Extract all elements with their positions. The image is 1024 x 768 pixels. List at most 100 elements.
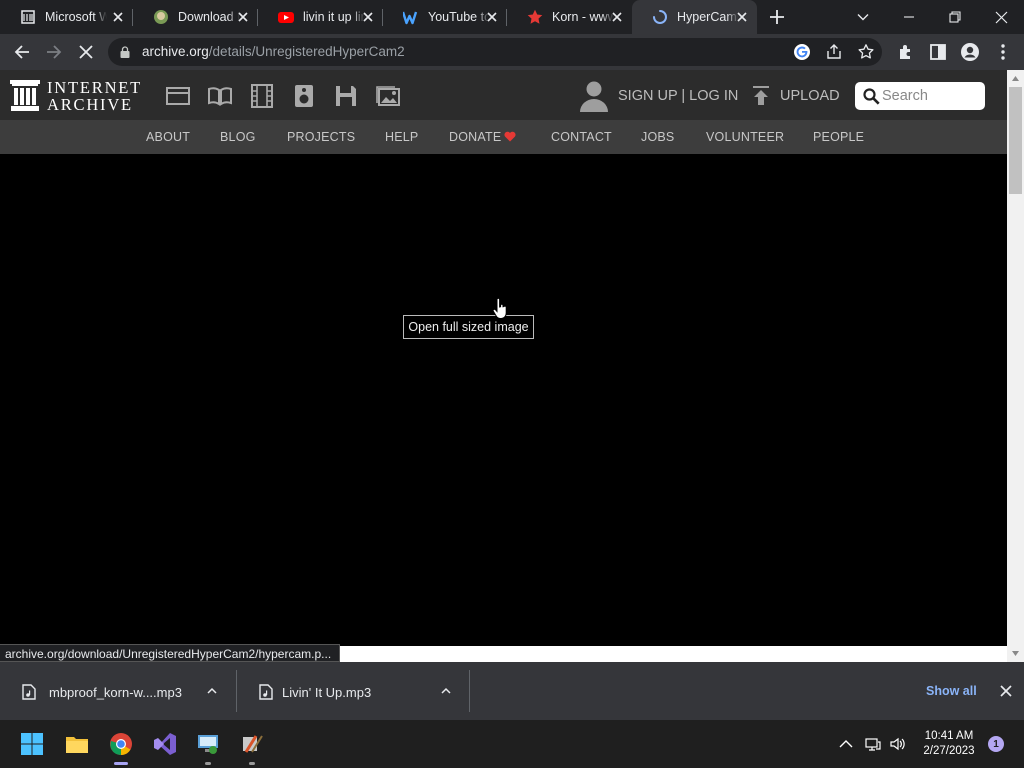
back-arrow-icon[interactable] [12,42,32,62]
bookmark-star-icon[interactable] [857,43,875,61]
tab-youtube-livin-it-up[interactable]: livin it up limp bizkit [258,0,383,34]
web-archive-icon[interactable] [165,83,191,109]
texts-book-icon[interactable] [207,83,233,109]
nav-people[interactable]: PEOPLE [813,130,864,144]
close-icon [995,11,1007,23]
clock-date: 2/27/2023 [923,745,975,757]
close-icon[interactable] [999,684,1013,698]
w-icon [403,11,418,25]
tab-hypercam-active[interactable]: HyperCam [632,0,757,34]
tab-title: Korn - www [552,10,614,24]
nav-jobs[interactable]: JOBS [641,130,674,144]
audio-speaker-icon[interactable] [291,83,317,109]
lock-icon[interactable] [120,46,130,58]
stop-loading-icon[interactable] [76,42,96,62]
url-text[interactable]: archive.org/details/UnregisteredHyperCam… [142,44,405,59]
nav-projects[interactable]: PROJECTS [287,130,355,144]
google-lens-icon[interactable] [793,43,811,61]
scroll-up-arrow-icon[interactable] [1011,75,1020,82]
download-filename: mbproof_korn-w....mp3 [49,685,182,700]
downloads-bar: mbproof_korn-w....mp3 Livin' It Up.mp3 S… [0,662,1024,720]
tab-download-mp3[interactable]: Download Mp3 [133,0,258,34]
nav-help[interactable]: HELP [385,130,418,144]
url-path: /details/UnregisteredHyperCam2 [208,44,405,59]
volume-speaker-icon[interactable] [890,736,906,752]
upload-arrow-icon[interactable] [752,86,770,106]
image-viewer[interactable] [0,154,1007,646]
donate-heart-icon[interactable] [504,131,516,142]
user-person-icon[interactable] [579,80,609,112]
minimize-button[interactable] [886,0,932,34]
search-icon[interactable] [863,88,880,105]
restore-icon [949,11,961,23]
kebab-menu-icon[interactable] [993,42,1013,62]
nav-contact[interactable]: CONTACT [551,130,612,144]
restore-button[interactable] [932,0,978,34]
nav-donate[interactable]: DONATE [449,130,501,144]
chevron-up-icon[interactable] [440,685,452,697]
nav-about[interactable]: ABOUT [146,130,190,144]
tab-title: Download Mp3 [178,10,240,24]
site-logo-text[interactable]: INTERNET ARCHIVE [47,79,142,113]
network-icon[interactable] [865,736,881,752]
link-status-bubble: archive.org/download/UnregisteredHyperCa… [0,644,341,662]
close-tab-icon[interactable] [236,10,250,24]
profile-avatar-icon[interactable] [960,42,980,62]
tray-overflow-chevron-icon[interactable] [838,736,854,752]
page-bottom-strip [339,646,1007,662]
nav-volunteer[interactable]: VOLUNTEER [706,130,784,144]
chrome-running-indicator [114,762,128,765]
tab-korn[interactable]: Korn - www [507,0,632,34]
download-site-icon [154,10,168,24]
close-tab-icon[interactable] [610,10,624,24]
scroll-down-arrow-icon[interactable] [1011,650,1020,657]
close-tab-icon[interactable] [361,10,375,24]
close-tab-icon[interactable] [485,10,499,24]
images-picture-icon[interactable] [375,83,401,109]
chrome-browser-icon[interactable] [109,732,133,756]
close-tab-icon[interactable] [735,10,749,24]
new-tab-plus-icon[interactable] [767,7,787,27]
side-panel-icon[interactable] [928,42,948,62]
upload-link[interactable]: UPLOAD [780,88,840,104]
tab-title: Microsoft Word [45,10,107,24]
chevron-down-icon [857,14,869,21]
download-item[interactable]: Livin' It Up.mp3 [237,662,470,720]
download-filename: Livin' It Up.mp3 [282,685,372,700]
notification-badge[interactable]: 1 [988,736,1004,752]
video-film-icon[interactable] [249,83,275,109]
logo-line-internet: INTERNET [47,78,143,97]
scrollbar-thumb[interactable] [1009,87,1022,194]
taskbar-clock[interactable]: 10:41 AM 2/27/2023 [916,729,982,759]
share-icon[interactable] [825,43,843,61]
forward-arrow-icon[interactable] [44,42,64,62]
close-tab-icon[interactable] [111,10,125,24]
extensions-puzzle-icon[interactable] [896,42,916,62]
tab-microsoft-word[interactable]: Microsoft Word [0,0,133,34]
internet-archive-logo-icon[interactable] [10,80,40,111]
address-bar[interactable]: archive.org/details/UnregisteredHyperCam… [108,38,882,66]
screen: Microsoft Word Download Mp3 livin it up … [0,0,1024,768]
file-explorer-folder-icon[interactable] [65,732,89,756]
tab-youtube-to-mp3[interactable]: YouTube to MP3 [383,0,507,34]
tab-search-button[interactable] [840,0,886,34]
search-input[interactable] [882,85,980,107]
clock-time: 10:41 AM [924,730,974,742]
show-all-downloads-button[interactable]: Show all [926,684,977,698]
tab-title: HyperCam [677,10,737,24]
youtube-icon [278,12,294,23]
close-window-button[interactable] [978,0,1024,34]
visual-studio-icon[interactable] [153,732,177,756]
software-floppy-icon[interactable] [333,83,359,109]
chevron-up-icon[interactable] [206,685,218,697]
browser-toolbar: archive.org/details/UnregisteredHyperCam… [0,34,1024,70]
hand-pointer-cursor-icon [492,298,507,319]
tab-title: livin it up limp bizkit [303,10,365,24]
windows-start-icon[interactable] [20,732,44,756]
download-item[interactable]: mbproof_korn-w....mp3 [0,662,237,720]
network-computer-icon[interactable] [196,732,220,756]
site-search-box[interactable] [855,82,985,110]
sign-up-log-in-link[interactable]: SIGN UP | LOG IN [618,88,738,104]
nav-blog[interactable]: BLOG [220,130,256,144]
hypercam-app-icon[interactable] [240,732,264,756]
